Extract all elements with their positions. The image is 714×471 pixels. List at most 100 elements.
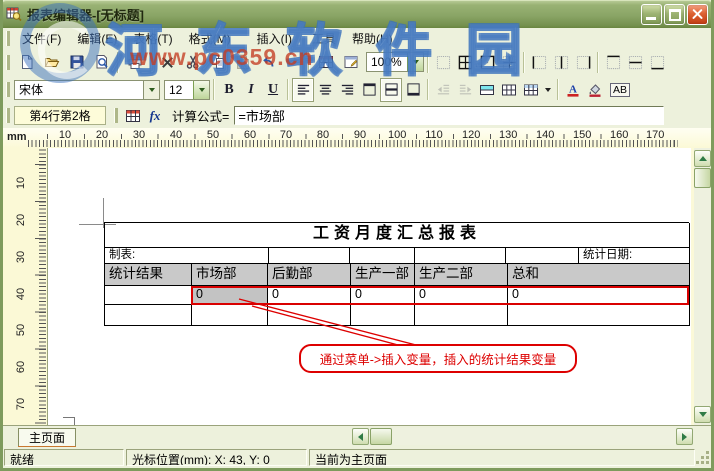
scroll-left-button[interactable] xyxy=(352,428,369,445)
table-style-button[interactable] xyxy=(520,78,542,102)
menu-help[interactable]: 帮助(H) xyxy=(344,28,401,49)
formula-input[interactable] xyxy=(234,106,665,125)
save-button[interactable] xyxy=(64,50,89,74)
maximize-button[interactable] xyxy=(664,3,685,25)
header-cell[interactable]: 市场部 xyxy=(192,264,268,286)
font-size-dropdown-button[interactable] xyxy=(193,80,209,99)
header-cell[interactable]: 生产二部 xyxy=(415,264,508,286)
border-all-button[interactable] xyxy=(454,50,476,74)
toolbar-grip[interactable] xyxy=(6,54,10,70)
menu-file[interactable]: 文件(F) xyxy=(14,28,69,49)
ab-button[interactable]: AB xyxy=(606,78,634,102)
underline-button[interactable]: U xyxy=(262,78,284,102)
fx-button[interactable]: fx xyxy=(144,104,166,128)
table-select-button[interactable] xyxy=(122,104,144,128)
vertical-scrollbar[interactable] xyxy=(694,148,711,425)
copy-button[interactable] xyxy=(205,50,230,74)
open-button[interactable] xyxy=(39,50,64,74)
horizontal-scrollbar[interactable] xyxy=(352,428,693,445)
align-left-button[interactable] xyxy=(292,77,314,102)
zoom-dropdown-button[interactable] xyxy=(407,53,423,71)
paste-button[interactable] xyxy=(230,50,255,74)
table-cell[interactable] xyxy=(192,305,268,326)
border-outer-button[interactable] xyxy=(476,50,498,74)
menu-format[interactable]: 格式(M) xyxy=(181,28,239,49)
zoom-combo[interactable]: 100% xyxy=(366,52,424,72)
document-canvas[interactable]: 工资月度汇总报表 制表: 统计日期: 统计结果 市场部 后勤部 生产一部 生产二… xyxy=(48,148,694,425)
table-cell[interactable] xyxy=(506,248,579,264)
scroll-down-button[interactable] xyxy=(694,406,711,423)
toolbar-grip[interactable] xyxy=(114,108,118,123)
close-button[interactable] xyxy=(687,3,708,25)
vertical-scroll-thumb[interactable] xyxy=(694,168,711,188)
font-color-button[interactable]: A xyxy=(562,78,584,102)
bold-button[interactable]: B xyxy=(218,78,240,102)
insert-table-button[interactable] xyxy=(313,50,338,74)
print-preview-button[interactable] xyxy=(89,50,114,74)
maker-cell[interactable]: 制表: xyxy=(105,248,269,264)
border-inner-button[interactable] xyxy=(498,50,520,74)
table-style-dropdown-button[interactable] xyxy=(542,78,554,102)
border-left-button[interactable] xyxy=(528,50,550,74)
menubar-grip[interactable] xyxy=(6,30,10,46)
table-cell[interactable] xyxy=(508,305,690,326)
resize-grip[interactable] xyxy=(697,452,710,465)
table-cell[interactable] xyxy=(350,248,415,264)
valign-bottom-button[interactable] xyxy=(402,78,424,102)
menu-edit[interactable]: 编辑(E) xyxy=(69,28,125,49)
minimize-button[interactable] xyxy=(641,3,662,25)
fill-cell-button[interactable] xyxy=(476,78,498,102)
header-cell[interactable]: 后勤部 xyxy=(268,264,351,286)
header-cell[interactable]: 统计结果 xyxy=(105,264,192,286)
indent-increase-button[interactable] xyxy=(454,78,476,102)
properties-button[interactable] xyxy=(338,50,363,74)
scroll-up-button[interactable] xyxy=(694,150,711,167)
align-right-button[interactable] xyxy=(336,78,358,102)
menu-table[interactable]: 表格(T) xyxy=(125,28,180,49)
border-vertical-center-button[interactable] xyxy=(550,50,572,74)
value-cell[interactable]: 0 xyxy=(508,286,690,305)
italic-button[interactable]: I xyxy=(240,78,262,102)
tab-main-page[interactable]: 主页面 xyxy=(18,428,76,448)
valign-middle-button[interactable] xyxy=(380,77,402,102)
header-cell[interactable]: 总和 xyxy=(508,264,690,286)
valign-top-button[interactable] xyxy=(358,78,380,102)
align-center-button[interactable] xyxy=(314,78,336,102)
cut-button[interactable] xyxy=(180,50,205,74)
value-cell[interactable]: 0 xyxy=(268,286,351,305)
grid-button[interactable] xyxy=(498,78,520,102)
print-button[interactable] xyxy=(122,50,147,74)
font-size-combo[interactable]: 12 xyxy=(164,79,210,100)
toolbar-grip[interactable] xyxy=(6,82,10,97)
date-cell[interactable]: 统计日期: xyxy=(579,248,690,264)
redo-button[interactable] xyxy=(280,50,305,74)
scroll-right-button[interactable] xyxy=(676,428,693,445)
toolbar-grip[interactable] xyxy=(6,108,10,123)
table-cell[interactable] xyxy=(415,305,508,326)
table-cell[interactable] xyxy=(105,305,192,326)
table-cell[interactable] xyxy=(351,305,415,326)
border-right-button[interactable] xyxy=(572,50,594,74)
value-cell[interactable]: 0 xyxy=(351,286,415,305)
menu-tools[interactable]: 工具 xyxy=(304,28,344,49)
delete-button[interactable] xyxy=(155,50,180,74)
font-dropdown-button[interactable] xyxy=(143,80,159,99)
header-cell[interactable]: 生产一部 xyxy=(351,264,415,286)
table-cell[interactable] xyxy=(269,248,350,264)
value-cell[interactable] xyxy=(105,286,192,305)
table-cell[interactable] xyxy=(268,305,351,326)
menu-insert[interactable]: 插入(I) xyxy=(249,28,300,49)
border-none-button[interactable] xyxy=(432,50,454,74)
report-title-cell[interactable]: 工资月度汇总报表 xyxy=(105,223,690,248)
table-cell[interactable] xyxy=(415,248,506,264)
indent-decrease-button[interactable] xyxy=(432,78,454,102)
new-button[interactable] xyxy=(14,50,39,74)
fill-color-button[interactable] xyxy=(584,78,606,102)
undo-button[interactable] xyxy=(255,50,280,74)
border-horizontal-center-button[interactable] xyxy=(624,50,646,74)
horizontal-scroll-thumb[interactable] xyxy=(370,428,392,445)
border-bottom-button[interactable] xyxy=(646,50,668,74)
border-top-button[interactable] xyxy=(602,50,624,74)
selected-value-cell[interactable]: 0 xyxy=(192,286,268,305)
font-combo[interactable]: 宋体 xyxy=(14,79,160,100)
